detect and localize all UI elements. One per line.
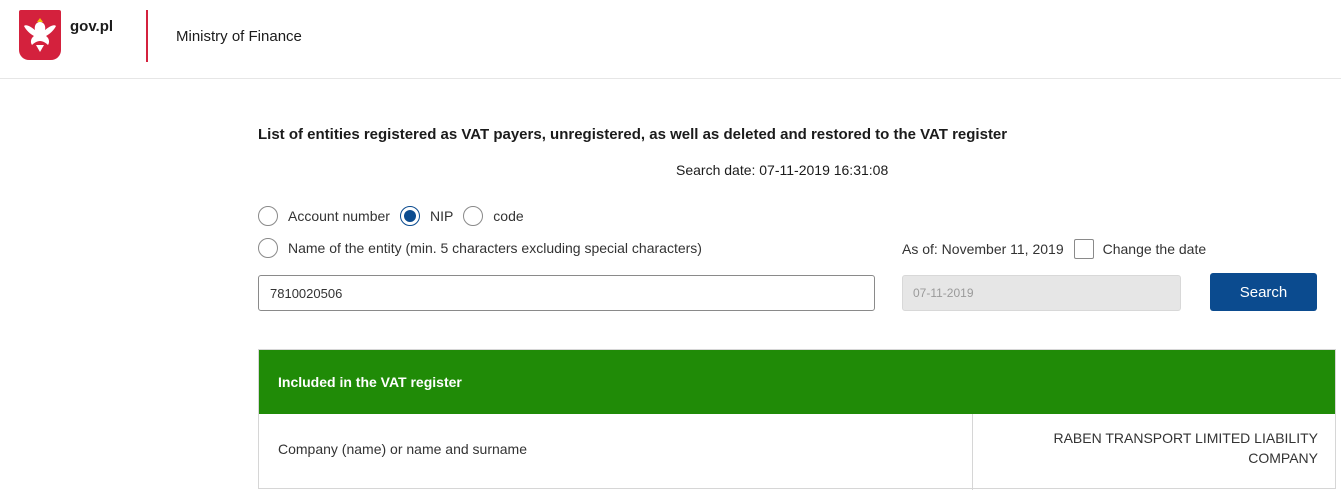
radio-code[interactable] [463, 206, 484, 226]
result-row: Company (name) or name and surname RABEN… [259, 414, 1335, 490]
change-date-label[interactable]: Change the date [1103, 241, 1207, 257]
polish-eagle-emblem-icon[interactable] [19, 10, 61, 60]
result-status-header: Included in the VAT register [259, 350, 1335, 414]
result-row-value: RABEN TRANSPORT LIMITED LIABILITY COMPAN… [1053, 430, 1318, 466]
as-of-date: As of: November 11, 2019 [902, 241, 1064, 257]
search-button[interactable]: Search [1210, 273, 1317, 311]
as-of-row: As of: November 11, 2019 Change the date [902, 239, 1206, 259]
result-panel: Included in the VAT register Company (na… [258, 349, 1336, 490]
nip-input[interactable] [258, 275, 875, 311]
search-date: Search date: 07-11-2019 16:31:08 [676, 162, 889, 178]
radio-nip[interactable] [399, 206, 420, 226]
change-date-checkbox[interactable] [1073, 239, 1094, 259]
radio-account-number[interactable] [258, 206, 278, 226]
radio-entity-name-label[interactable]: Name of the entity (min. 5 characters ex… [288, 240, 702, 256]
radio-nip-label[interactable]: NIP [430, 208, 453, 224]
site-name[interactable]: gov.pl [70, 18, 113, 35]
top-header: gov.pl Ministry of Finance [0, 0, 1341, 79]
search-type-radio-group: Account number NIP code [258, 206, 534, 226]
radio-account-number-label[interactable]: Account number [288, 208, 390, 224]
ministry-name[interactable]: Ministry of Finance [176, 28, 302, 45]
entity-name-radio-row: Name of the entity (min. 5 characters ex… [258, 238, 712, 258]
page-title: List of entities registered as VAT payer… [258, 126, 1008, 143]
date-input[interactable] [902, 275, 1181, 311]
header-divider [146, 10, 148, 62]
result-row-label: Company (name) or name and surname [259, 414, 973, 490]
radio-entity-name[interactable] [258, 238, 278, 258]
radio-code-label[interactable]: code [493, 208, 523, 224]
